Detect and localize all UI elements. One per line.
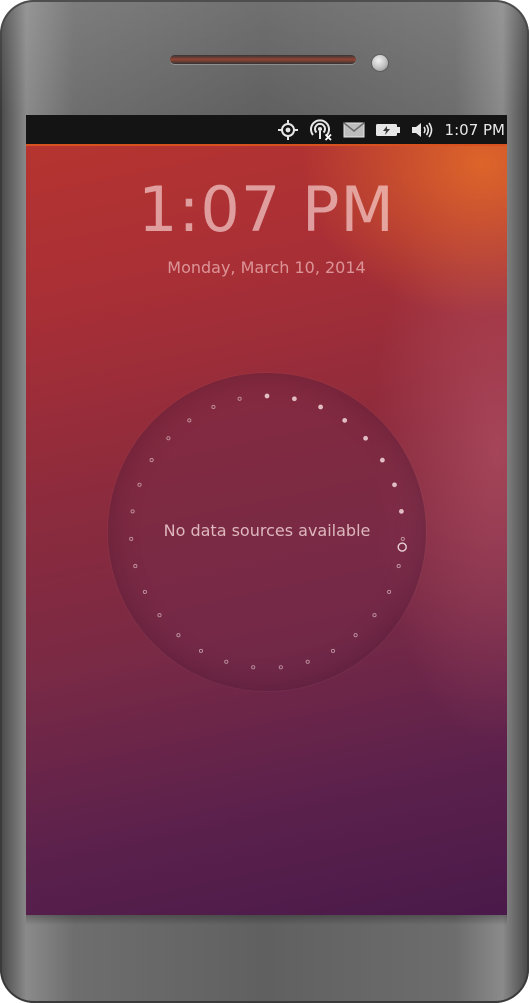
phone-device-frame: 1:07 PM 1:07 PM Monday, March 10, 2014 N…	[0, 0, 529, 1003]
front-camera	[372, 55, 388, 71]
earpiece-speaker	[170, 55, 356, 64]
phone-screen[interactable]: 1:07 PM 1:07 PM Monday, March 10, 2014 N…	[26, 115, 507, 915]
infographic-dot	[363, 435, 369, 441]
infographic-dot	[330, 648, 336, 653]
indicator-area[interactable]: 1:07 PM	[277, 115, 505, 144]
infographic-dot	[251, 665, 256, 670]
infographic-dot	[130, 509, 135, 514]
bottom-bezel	[26, 915, 507, 925]
status-bar-clock[interactable]: 1:07 PM	[445, 121, 505, 139]
infographic-dot	[291, 396, 297, 402]
infographic-dot	[387, 589, 392, 594]
infographic-dot	[224, 659, 229, 664]
infographic-dot	[398, 508, 404, 514]
infographic-dot	[305, 659, 310, 664]
battery-icon[interactable]	[375, 122, 401, 138]
infographic-dot	[392, 482, 397, 488]
infographic-dot	[142, 589, 147, 594]
infographic-dot	[133, 564, 138, 569]
volume-icon[interactable]	[411, 121, 433, 139]
messages-icon[interactable]	[343, 121, 365, 138]
infographic-dot	[137, 482, 142, 487]
infographic-circle[interactable]: No data sources available	[108, 373, 426, 691]
infographic-dot	[264, 393, 270, 399]
infographic-dot	[353, 633, 358, 638]
network-disconnected-icon[interactable]	[309, 118, 333, 141]
infographic-dot	[342, 417, 348, 423]
infographic-message: No data sources available	[163, 521, 371, 540]
infographic-dot	[166, 436, 171, 441]
infographic-dot	[372, 613, 377, 618]
infographic-dot	[211, 404, 216, 410]
lockscreen-clock: 1:07 PM	[138, 173, 395, 246]
lockscreen-date: Monday, March 10, 2014	[167, 258, 366, 277]
infographic-dot	[176, 633, 181, 638]
infographic-current-day-dot	[397, 542, 407, 552]
infographic-dot	[157, 613, 162, 618]
infographic-dot	[237, 396, 242, 401]
status-bar[interactable]: 1:07 PM	[26, 115, 507, 146]
location-icon[interactable]	[277, 119, 299, 141]
infographic-dot	[187, 418, 192, 423]
infographic-dot	[149, 458, 154, 463]
infographic-dot	[379, 457, 385, 463]
infographic-dot	[396, 564, 401, 569]
infographic-dot	[318, 404, 324, 410]
infographic-dot	[278, 665, 283, 670]
infographic-dot	[198, 648, 204, 653]
